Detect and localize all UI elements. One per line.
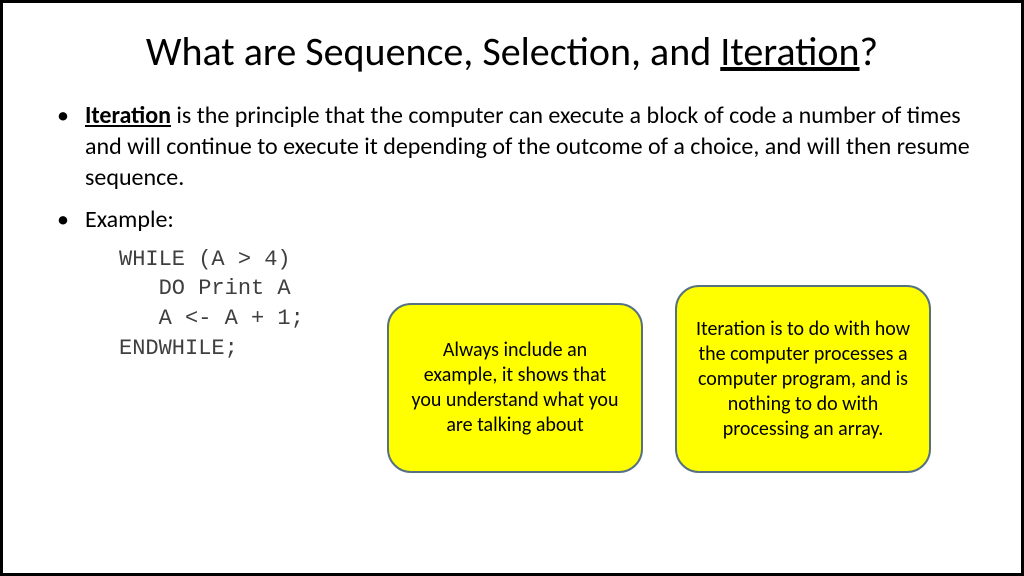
title-suffix: ?: [860, 27, 879, 76]
iteration-term: Iteration: [85, 101, 171, 130]
callout-iteration-note: Iteration is to do with how the computer…: [675, 285, 931, 473]
title-prefix: What are Sequence, Selection, and: [146, 27, 720, 76]
slide: What are Sequence, Selection, and Iterat…: [0, 0, 1024, 576]
bullet-example: Example:: [51, 204, 973, 235]
callouts-container: Always include an example, it shows that…: [387, 285, 931, 473]
slide-title: What are Sequence, Selection, and Iterat…: [51, 27, 973, 76]
title-underlined: Iteration: [720, 27, 859, 76]
bullet-iteration: Iteration is the principle that the comp…: [51, 100, 973, 194]
callout-example-tip: Always include an example, it shows that…: [387, 303, 643, 473]
bullet-list: Iteration is the principle that the comp…: [51, 100, 973, 235]
iteration-text: is the principle that the computer can e…: [85, 101, 970, 192]
example-label: Example:: [85, 205, 174, 234]
